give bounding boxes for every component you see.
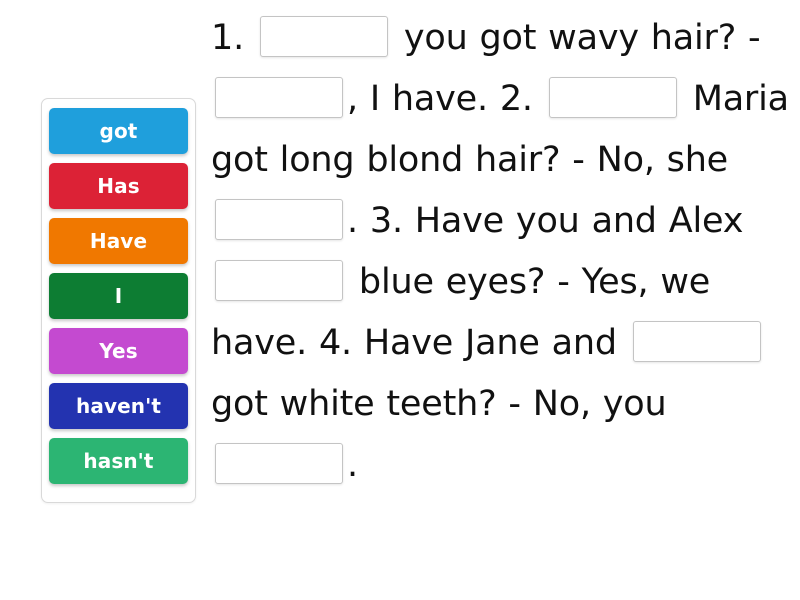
sentence-text: Have Jane and <box>363 323 629 363</box>
word-tile-has[interactable]: Has <box>49 163 188 209</box>
word-tile-havent[interactable]: haven't <box>49 383 188 429</box>
word-tile-got[interactable]: got <box>49 108 188 154</box>
sentence-text: . <box>347 445 358 485</box>
sentence-text: you got wavy hair? - <box>391 18 773 58</box>
word-tile-have[interactable]: Have <box>49 218 188 264</box>
drop-blank[interactable] <box>215 76 343 118</box>
drop-blank[interactable] <box>215 198 343 240</box>
word-tile-hasnt[interactable]: hasn't <box>49 438 188 484</box>
drop-blank[interactable] <box>632 320 761 362</box>
sentence-text: Have you and Alex <box>414 201 756 241</box>
drop-blank[interactable] <box>259 15 388 57</box>
question-number: 1. <box>211 18 256 58</box>
question-number: 2. <box>499 79 545 119</box>
drop-blank[interactable] <box>548 76 677 118</box>
sentence-text: , I have. <box>347 79 488 119</box>
exercise-sentences: 1. you got wavy hair? - , I have. 2. Mar… <box>211 8 791 496</box>
drop-blank[interactable] <box>215 442 343 484</box>
word-tile-yes[interactable]: Yes <box>49 328 188 374</box>
sentence-text: . <box>347 201 358 241</box>
drop-blank[interactable] <box>215 259 343 301</box>
question-number: 3. <box>369 201 415 241</box>
word-tile-i[interactable]: I <box>49 273 188 319</box>
question-number: 4. <box>318 323 364 363</box>
word-bank-panel: got Has Have I Yes haven't hasn't <box>41 98 196 503</box>
